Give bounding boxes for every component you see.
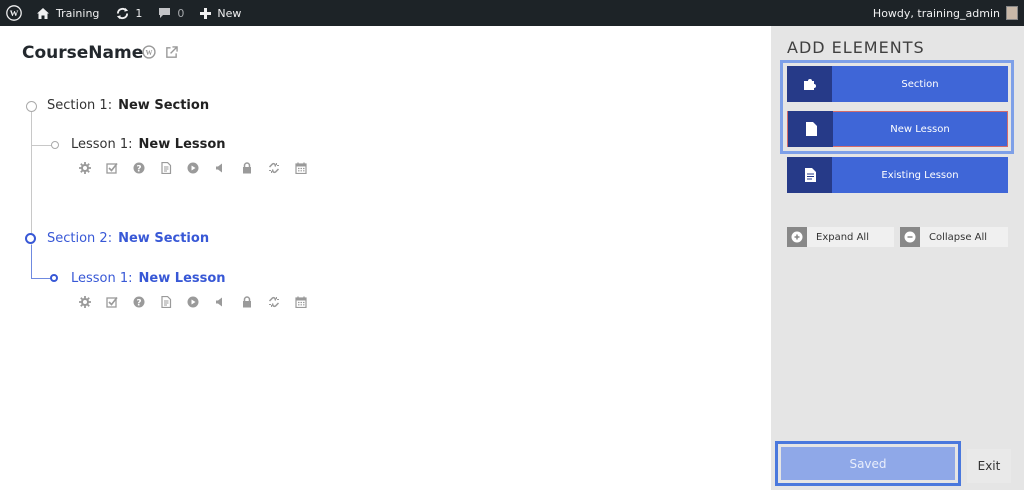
wordpress-edit-icon[interactable]: W [142, 44, 156, 59]
lesson-name[interactable]: New Lesson [139, 271, 226, 286]
updates-icon [117, 7, 129, 19]
audio-icon[interactable] [212, 160, 228, 176]
gear-icon[interactable] [77, 294, 93, 310]
saved-highlight: Saved [775, 441, 961, 486]
section-node [26, 101, 37, 112]
puzzle-icon [787, 66, 832, 102]
question-icon[interactable]: ? [131, 294, 147, 310]
site-name: Training [56, 6, 100, 20]
gear-icon[interactable] [77, 160, 93, 176]
lesson-connector [32, 145, 52, 146]
calendar-icon[interactable] [293, 294, 309, 310]
svg-text:?: ? [136, 165, 141, 175]
lesson-actions: ? [77, 160, 309, 176]
collapse-all-button[interactable]: Collapse All [900, 227, 1008, 247]
lesson-name[interactable]: New Lesson [139, 137, 226, 152]
comment-icon [159, 8, 171, 18]
lesson-prefix: Lesson 1: [71, 137, 133, 152]
add-new-lesson-button[interactable]: New Lesson [787, 111, 1008, 147]
add-new-lesson-label: New Lesson [890, 123, 950, 135]
section-prefix: Section 2: [47, 231, 113, 246]
my-account[interactable]: Howdy, training_admin [865, 0, 1024, 26]
audio-icon[interactable] [212, 294, 228, 310]
section-name[interactable]: New Section [118, 231, 209, 246]
comments-link[interactable]: 0 [150, 0, 192, 26]
section-node-active [25, 233, 36, 244]
add-existing-lesson-label: Existing Lesson [881, 169, 959, 181]
course-title: CourseName [22, 43, 144, 63]
plus-icon [200, 7, 212, 19]
admin-bar: W Training 1 0 New Howdy, training_admin [0, 0, 1024, 26]
section-row-1[interactable]: Section 1: New Section [47, 98, 209, 113]
course-builder-canvas: CourseName W Section 1: New Section Lesso… [0, 26, 771, 490]
external-link-icon[interactable] [165, 44, 179, 58]
wordpress-logo-icon[interactable]: W [0, 0, 28, 26]
lesson-row-2-1[interactable]: Lesson 1: New Lesson [71, 271, 226, 286]
section-prefix: Section 1: [47, 98, 113, 113]
home-icon [37, 7, 49, 19]
section-name[interactable]: New Section [118, 98, 209, 113]
add-elements-sidebar: ADD ELEMENTS Section New Lesson Existing… [771, 26, 1024, 490]
svg-text:?: ? [136, 299, 141, 309]
svg-text:W: W [146, 49, 153, 57]
document-icon[interactable] [158, 294, 174, 310]
checkbox-icon[interactable] [104, 294, 120, 310]
lesson-node-active [50, 274, 58, 282]
play-icon[interactable] [185, 294, 201, 310]
saved-button[interactable]: Saved [781, 447, 955, 480]
minus-circle-icon [900, 227, 920, 247]
unlink-icon[interactable] [266, 294, 282, 310]
svg-text:W: W [10, 8, 19, 18]
avatar [1006, 6, 1018, 20]
expand-all-label: Expand All [816, 231, 869, 243]
howdy-text: Howdy, training_admin [872, 6, 1000, 20]
comments-count: 0 [177, 6, 185, 20]
lesson-actions: ? [77, 294, 309, 310]
new-label: New [217, 6, 242, 20]
lesson-prefix: Lesson 1: [71, 271, 133, 286]
question-icon[interactable]: ? [131, 160, 147, 176]
blank-document-icon [788, 111, 833, 147]
site-name-link[interactable]: Training [28, 0, 107, 26]
lesson-node [51, 141, 59, 149]
exit-button[interactable]: Exit [967, 449, 1011, 483]
lesson-row-1-1[interactable]: Lesson 1: New Lesson [71, 137, 226, 152]
lesson-connector-active [31, 278, 52, 279]
unlink-icon[interactable] [266, 160, 282, 176]
collapse-all-label: Collapse All [929, 231, 988, 243]
section-row-2[interactable]: Section 2: New Section [47, 231, 209, 246]
add-section-button[interactable]: Section [787, 66, 1008, 102]
plus-circle-icon [787, 227, 807, 247]
add-existing-lesson-button[interactable]: Existing Lesson [787, 157, 1008, 193]
updates-count: 1 [135, 6, 143, 20]
add-section-label: Section [901, 78, 939, 90]
new-content-link[interactable]: New [192, 0, 249, 26]
checkbox-icon[interactable] [104, 160, 120, 176]
text-document-icon [787, 157, 832, 193]
document-icon[interactable] [158, 160, 174, 176]
updates-link[interactable]: 1 [107, 0, 150, 26]
lock-icon[interactable] [239, 160, 255, 176]
lock-icon[interactable] [239, 294, 255, 310]
sidebar-title: ADD ELEMENTS [787, 38, 925, 57]
calendar-icon[interactable] [293, 160, 309, 176]
tree-spine-active [31, 245, 32, 278]
expand-all-button[interactable]: Expand All [787, 227, 894, 247]
play-icon[interactable] [185, 160, 201, 176]
